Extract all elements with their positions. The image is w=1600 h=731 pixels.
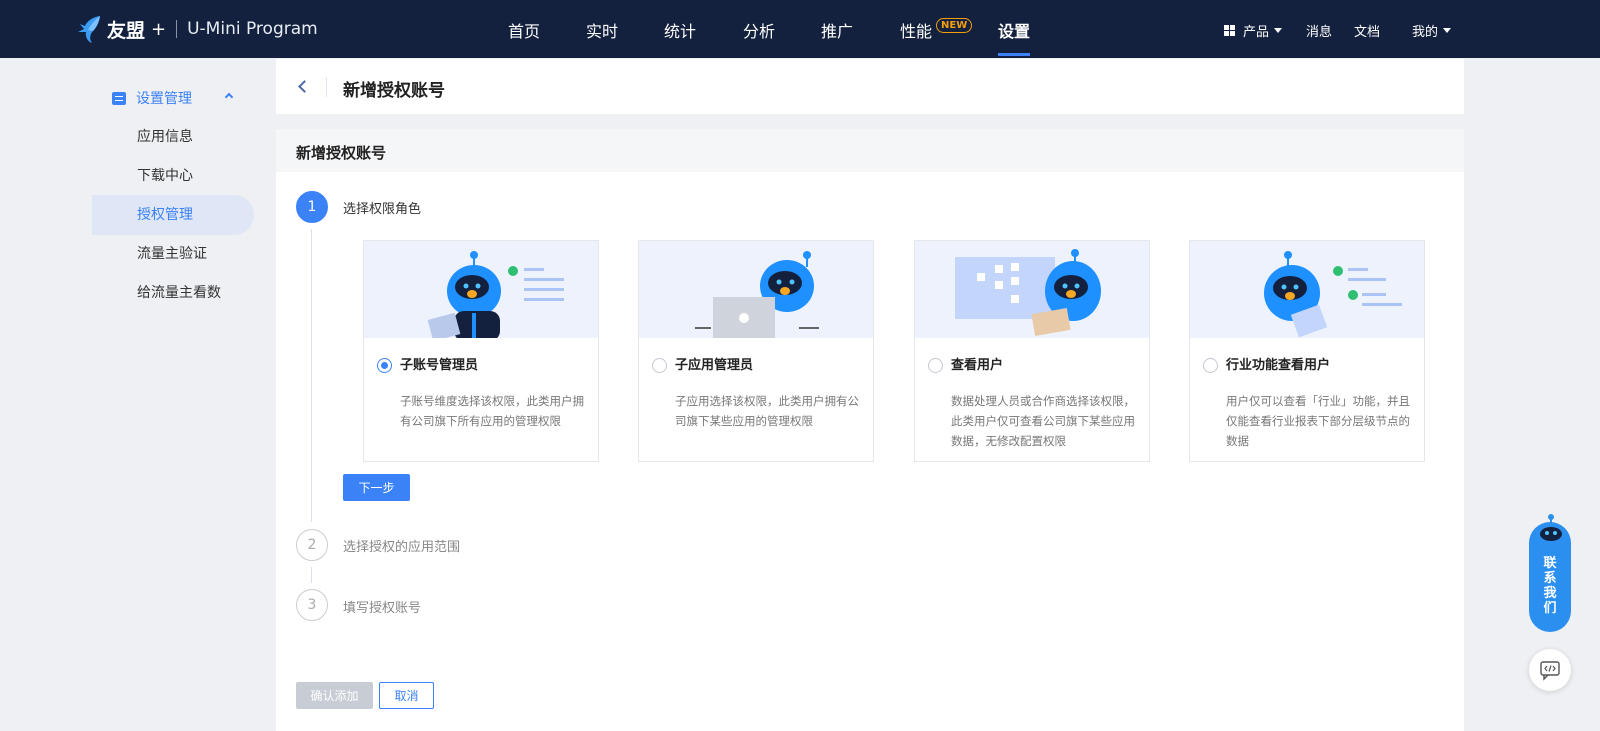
logo-divider [176, 20, 178, 38]
user-menu[interactable]: 我的 [1412, 21, 1452, 40]
role-name: 子应用管理员 [675, 358, 754, 373]
confirm-add-button[interactable]: 确认添加 [296, 682, 373, 709]
docs-link[interactable]: 文档 [1354, 21, 1380, 40]
caret-down-icon [1443, 28, 1452, 33]
nav-statistics[interactable]: 统计 [664, 18, 696, 42]
card-title: 新增授权账号 [296, 144, 387, 162]
nav-realtime[interactable]: 实时 [586, 18, 618, 42]
sidebar-item-share-data[interactable]: 给流量主看数 [92, 273, 254, 313]
role-description: 子账号维度选择该权限，此类用户拥有公司旗下所有应用的管理权限 [400, 394, 584, 428]
role-card-sub-account-admin[interactable]: 子账号管理员 子账号维度选择该权限，此类用户拥有公司旗下所有应用的管理权限 [363, 240, 599, 462]
caret-down-icon [1274, 28, 1283, 33]
sidebar-group-settings[interactable]: 设置管理 [112, 88, 242, 108]
nav-analysis[interactable]: 分析 [743, 18, 775, 42]
sidebar-item-download-center[interactable]: 下载中心 [92, 156, 254, 196]
nav-active-indicator [998, 53, 1030, 56]
step-connector [311, 567, 312, 583]
logo-plus: + [151, 18, 167, 40]
logo-brand: 友盟 [107, 19, 146, 42]
role-radio[interactable] [377, 358, 392, 373]
chevron-up-icon [224, 92, 234, 102]
step-1-indicator: 1 [296, 191, 328, 223]
new-badge: NEW [936, 18, 973, 33]
role-card-viewer[interactable]: 查看用户 数据处理人员或合作商选择该权限，此类用户仅可查看公司旗下某些应用数据，… [914, 240, 1150, 462]
role-card-sub-app-admin[interactable]: 子应用管理员 子应用选择该权限，此类用户拥有公司旗下某些应用的管理权限 [638, 240, 874, 462]
role-name: 子账号管理员 [400, 358, 479, 373]
step-3-indicator: 3 [296, 589, 328, 621]
sidebar-group-label: 设置管理 [136, 91, 192, 107]
card-header: 新增授权账号 [276, 129, 1464, 172]
role-description: 子应用选择该权限，此类用户拥有公司旗下某些应用的管理权限 [675, 394, 859, 428]
user-menu-label: 我的 [1412, 25, 1439, 40]
role-description: 用户仅可以查看「行业」功能，并且仅能查看行业报表下部分层级节点的数据 [1226, 394, 1410, 448]
role-radio[interactable] [928, 358, 943, 373]
robot-data-illustration [915, 241, 1149, 338]
contact-us-widget[interactable]: 联系我们 [1529, 514, 1571, 632]
robot-admin-illustration [364, 241, 598, 338]
messages-link[interactable]: 消息 [1306, 21, 1332, 40]
robot-checklist-illustration [1190, 241, 1424, 338]
robot-avatar-icon [1536, 514, 1566, 544]
step-2-indicator: 2 [296, 529, 328, 561]
page-title: 新增授权账号 [343, 81, 445, 101]
robot-laptop-illustration [639, 241, 873, 338]
role-radio[interactable] [1203, 358, 1218, 373]
page-header: 新增授权账号 [276, 59, 1464, 114]
product-menu-label: 产品 [1243, 25, 1270, 40]
nav-home[interactable]: 首页 [508, 18, 540, 42]
settings-list-icon [112, 91, 126, 105]
sidebar-item-authorization[interactable]: 授权管理 [92, 195, 254, 235]
feedback-button[interactable] [1529, 649, 1571, 691]
product-menu[interactable]: 产品 [1224, 21, 1283, 40]
top-nav: 友盟 + U-Mini Program 首页 实时 统计 分析 推广 性能 NE… [0, 0, 1600, 58]
role-name: 查看用户 [951, 358, 1004, 373]
sidebar-item-traffic-verify[interactable]: 流量主验证 [92, 234, 254, 274]
role-card-industry-viewer[interactable]: 行业功能查看用户 用户仅可以查看「行业」功能，并且仅能查看行业报表下部分层级节点… [1189, 240, 1425, 462]
logo-program-name: U-Mini Program [187, 19, 318, 39]
nav-promotion[interactable]: 推广 [821, 18, 853, 42]
step-3-label: 填写授权账号 [343, 601, 422, 616]
step-1-label: 选择权限角色 [343, 202, 422, 217]
cancel-button[interactable]: 取消 [379, 682, 434, 709]
role-name: 行业功能查看用户 [1226, 358, 1331, 373]
role-description: 数据处理人员或合作商选择该权限，此类用户仅可查看公司旗下某些应用数据，无修改配置… [951, 394, 1135, 448]
logo-bird-icon [78, 16, 100, 43]
next-step-button[interactable]: 下一步 [343, 474, 410, 501]
role-radio[interactable] [652, 358, 667, 373]
sidebar-item-app-info[interactable]: 应用信息 [92, 117, 254, 157]
nav-performance[interactable]: 性能 [900, 18, 932, 42]
nav-settings[interactable]: 设置 [998, 18, 1030, 42]
header-divider [326, 77, 327, 97]
contact-us-label: 联系我们 [1543, 556, 1557, 616]
step-2-label: 选择授权的应用范围 [343, 540, 461, 555]
main-card: 新增授权账号 1 选择权限角色 子账号管理员 子账号维度选择该权限，此类用户拥有… [276, 129, 1464, 731]
logo[interactable]: 友盟 + U-Mini Program [76, 14, 318, 44]
back-arrow-icon[interactable] [298, 80, 311, 93]
apps-grid-icon [1224, 25, 1235, 36]
code-chat-icon [1540, 661, 1560, 681]
step-connector [311, 229, 312, 522]
